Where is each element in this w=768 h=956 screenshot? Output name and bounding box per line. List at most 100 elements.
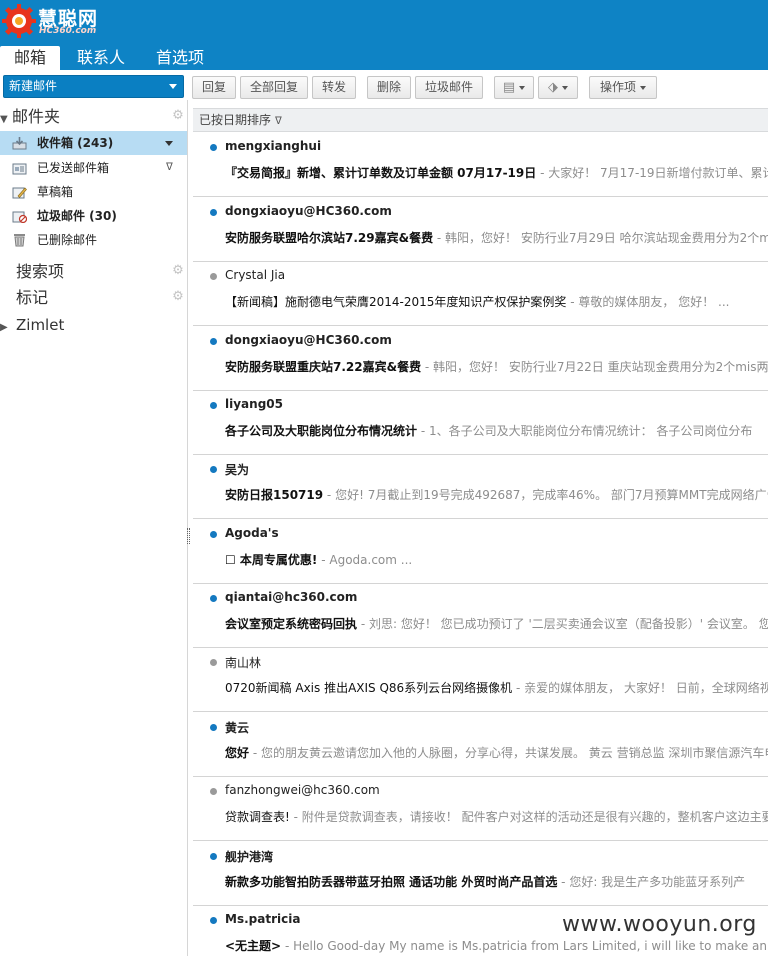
mail-fragment: - 附件是贷款调查表，请接收！ 配件客户对这样的活动还是很有兴趣的，整机客户这边… <box>289 810 768 824</box>
new-mail-label: 新建邮件 <box>9 79 58 93</box>
reply-all-button[interactable]: 全部回复 <box>240 76 308 99</box>
read-dot-icon <box>210 659 217 666</box>
mail-subject: 您好 <box>225 746 250 760</box>
mail-row[interactable]: Crystal Jia 【新闻稿】施耐德电气荣膺2014-2015年度知识产权保… <box>193 262 768 326</box>
mail-row[interactable]: fanzhongwei@hc360.com 贷款调查表! - 附件是贷款调查表，… <box>193 777 768 841</box>
mail-row[interactable]: dongxiaoyu@HC360.com 安防服务联盟哈尔滨站7.29嘉宾&餐费… <box>193 198 768 262</box>
folder-inbox[interactable]: 收件箱 (243) <box>0 131 187 155</box>
reply-button[interactable]: 回复 <box>192 76 236 99</box>
mail-sender: 黄云 <box>225 721 250 735</box>
mail-row[interactable]: 舰护港湾 新款多功能智拍防丢器带蓝牙拍照 通话功能 外贸时尚产品首选 - 您好:… <box>193 842 768 906</box>
top-bar: 慧聪网 HC360.com <box>0 0 768 40</box>
searches-header[interactable]: 搜索项 <box>16 260 64 284</box>
mail-subject: 【新闻稿】施耐德电气荣膺2014-2015年度知识产权保护案例奖 <box>225 295 567 309</box>
mail-row[interactable]: dongxiaoyu@HC360.com 安防服务联盟重庆站7.22嘉宾&餐费 … <box>193 327 768 391</box>
watermark: www.wooyun.org <box>562 912 757 937</box>
mail-subject: 各子公司及大职能岗位分布情况统计 <box>225 424 418 438</box>
mail-subject: 安防日报150719 <box>225 488 324 502</box>
inbox-icon <box>12 137 27 150</box>
folder-label: 垃圾邮件 (30) <box>37 209 117 223</box>
sort-bar[interactable]: 已按日期排序 ᐁ <box>193 108 768 132</box>
unread-dot-icon <box>210 917 217 924</box>
folder-move-icon: ▤ <box>502 80 516 95</box>
gear-logo-icon <box>2 4 36 38</box>
mail-subject: 新款多功能智拍防丢器带蓝牙拍照 通话功能 外贸时尚产品首选 <box>225 875 558 889</box>
actions-label: 操作项 <box>599 80 636 94</box>
folders-header[interactable]: ▼ 邮件夹 <box>0 105 60 129</box>
tag-button[interactable]: ⬗ <box>538 76 578 99</box>
mail-fragment: - Hello Good-day My name is Ms.patricia … <box>284 939 768 953</box>
chevron-down-icon[interactable] <box>165 141 173 146</box>
mail-subject: ☐ 本周专属优惠! <box>225 553 318 567</box>
new-mail-button[interactable]: 新建邮件 <box>3 75 184 98</box>
junk-button[interactable]: 垃圾邮件 <box>415 76 483 99</box>
chevron-down-icon <box>562 85 568 90</box>
drafts-icon <box>12 187 27 199</box>
mail-row[interactable]: mengxianghui 『交易简报』新增、累计订单数及订单金额 07月17-1… <box>193 133 768 197</box>
mail-fragment: - 尊敬的媒体朋友， 您好！ ... <box>566 295 730 309</box>
tags-header[interactable]: 标记 <box>16 286 48 310</box>
mail-subject: 会议室预定系统密码回执 <box>225 617 358 631</box>
mail-sender: 南山林 <box>225 656 262 670</box>
folder-sent[interactable]: 已发送邮件箱 ᐁ <box>0 156 187 180</box>
chevron-down-icon[interactable] <box>169 84 177 89</box>
folder-drafts[interactable]: 草稿箱 <box>0 180 187 204</box>
unread-dot-icon <box>210 338 217 345</box>
actions-button[interactable]: 操作项 <box>589 76 657 99</box>
mail-row[interactable]: qiantai@hc360.com 会议室预定系统密码回执 - 刘思: 您好！ … <box>193 584 768 648</box>
mail-row[interactable]: liyang05 各子公司及大职能岗位分布情况统计 - 1、各子公司及大职能岗位… <box>193 391 768 455</box>
mail-fragment: - 韩阳，您好！ 安防行业7月22日 重庆站现金费用分为2个mis两笔 <box>421 360 768 374</box>
folder-label: 已发送邮件箱 <box>37 161 110 175</box>
mail-sender: qiantai@hc360.com <box>225 590 358 604</box>
unread-dot-icon <box>210 402 217 409</box>
sent-icon <box>12 163 27 175</box>
mail-row[interactable]: 黄云 您好 - 您的朋友黄云邀请您加入他的人脉圈，分享心得，共谋发展。 黄云 营… <box>193 713 768 777</box>
unread-dot-icon <box>210 724 217 731</box>
mail-row[interactable]: Agoda's ☐ 本周专属优惠! - Agoda.com ... <box>193 520 768 584</box>
expand-triangle-icon[interactable]: ▶ <box>0 316 12 340</box>
folder-trash[interactable]: 已删除邮件 <box>0 228 187 252</box>
folders-gear-icon[interactable]: ⚙ <box>171 109 185 123</box>
trash-icon <box>14 234 25 247</box>
splitter-grip[interactable] <box>187 528 190 544</box>
logo[interactable]: 慧聪网 HC360.com <box>2 2 112 38</box>
mail-sender: fanzhongwei@hc360.com <box>225 783 380 797</box>
mail-sender: mengxianghui <box>225 139 322 153</box>
tab-preferences[interactable]: 首选项 <box>142 46 218 70</box>
tab-mail[interactable]: 邮箱 <box>0 46 61 70</box>
mail-fragment: - 您的朋友黄云邀请您加入他的人脉圈，分享心得，共谋发展。 黄云 营销总监 深圳… <box>249 746 768 760</box>
mail-subject: 安防服务联盟重庆站7.22嘉宾&餐费 <box>225 360 422 374</box>
read-dot-icon <box>210 273 217 280</box>
mail-fragment: - Agoda.com ... <box>317 553 413 567</box>
mail-row[interactable]: 南山林 0720新闻稿 Axis 推出AXIS Q86系列云台网络摄像机 - 亲… <box>193 648 768 712</box>
mail-subject: 贷款调查表! <box>225 810 290 824</box>
folders-title: 邮件夹 <box>12 107 61 126</box>
searches-gear-icon[interactable]: ⚙ <box>171 264 185 278</box>
chevron-down-icon <box>640 85 646 90</box>
tags-gear-icon[interactable]: ⚙ <box>171 290 185 304</box>
mail-row[interactable]: 吴为 安防日报150719 - 您好! 7月截止到19号完成492687，完成率… <box>193 455 768 519</box>
mail-fragment: - 刘思: 您好！ 您已成功预订了 '二层买卖通会议室（配备投影）' 会议室。 … <box>357 617 768 631</box>
move-button[interactable]: ▤ <box>494 76 534 99</box>
folder-junk[interactable]: 垃圾邮件 (30) <box>0 204 187 228</box>
mail-fragment: - 亲爱的媒体朋友， 大家好！ 日前，全球网络视频监 <box>512 681 768 695</box>
zimlet-header[interactable]: ▶ Zimlet <box>0 313 64 337</box>
mail-sender: liyang05 <box>225 397 283 411</box>
delete-button[interactable]: 删除 <box>367 76 411 99</box>
tab-contacts[interactable]: 联系人 <box>63 46 139 70</box>
unread-dot-icon <box>210 531 217 538</box>
mail-sender: Agoda's <box>225 526 279 540</box>
unread-dot-icon <box>210 209 217 216</box>
folder-label: 草稿箱 <box>37 185 74 199</box>
forward-button[interactable]: 转发 <box>312 76 356 99</box>
mail-subject: <无主题> <box>225 939 282 953</box>
mail-subject: 0720新闻稿 Axis 推出AXIS Q86系列云台网络摄像机 <box>225 681 513 695</box>
sort-flag-icon: ᐁ <box>166 162 173 173</box>
mail-sender: Crystal Jia <box>225 268 286 282</box>
collapse-triangle-icon[interactable]: ▼ <box>0 108 12 132</box>
mail-sender: 吴为 <box>225 463 250 477</box>
folder-label: 已删除邮件 <box>37 233 98 247</box>
mail-sender: Ms.patricia <box>225 912 301 926</box>
sort-arrow-icon[interactable]: ᐁ <box>275 116 282 127</box>
zimlet-title: Zimlet <box>16 316 65 334</box>
